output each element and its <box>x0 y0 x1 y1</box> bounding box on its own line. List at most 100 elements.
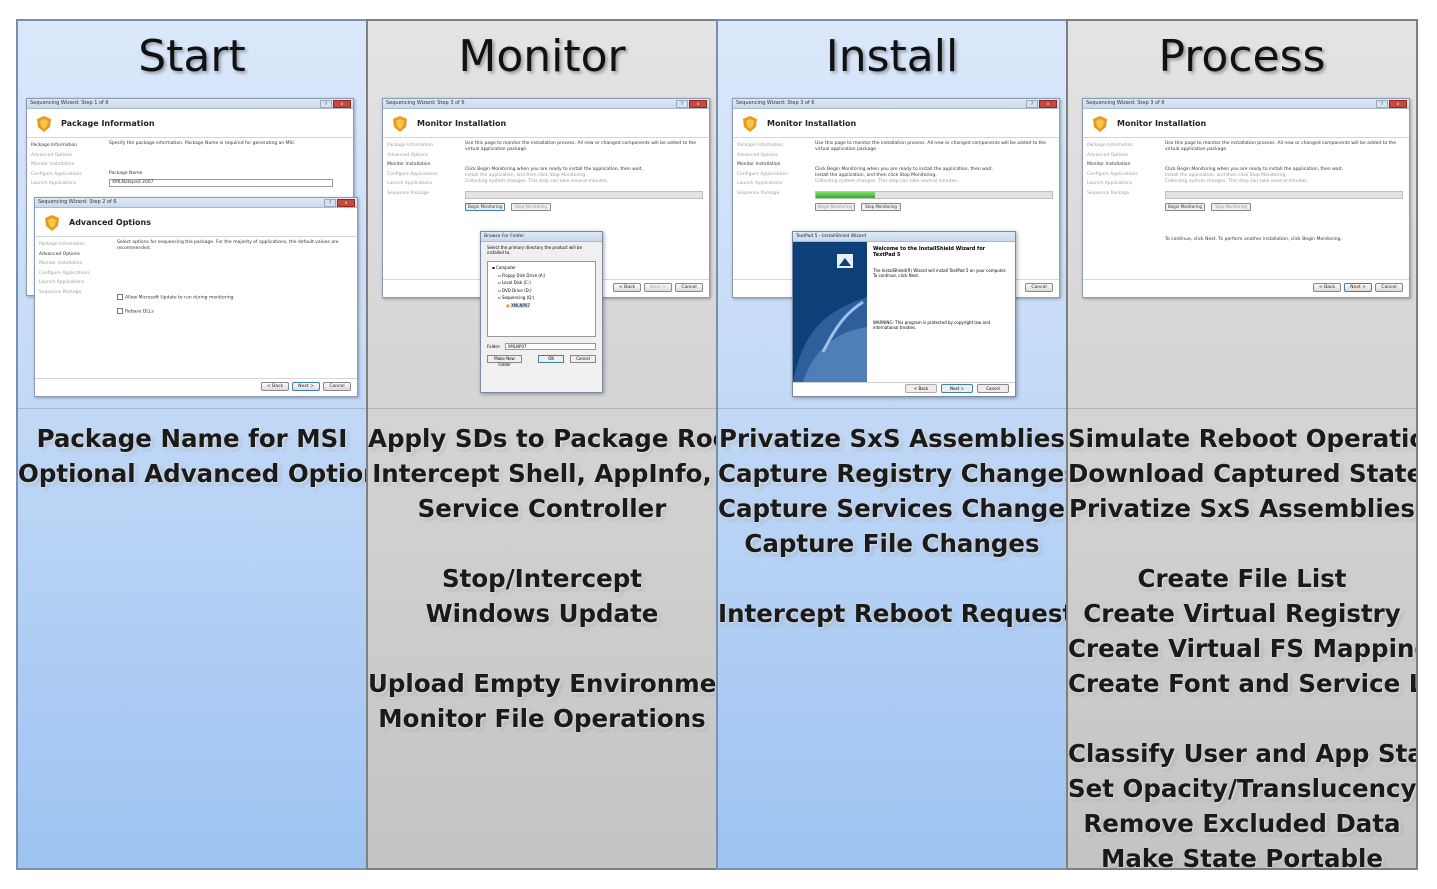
nav-item: Monitor Installation <box>1087 162 1131 167</box>
cancel-button[interactable]: Cancel <box>1025 283 1053 292</box>
folder-tree[interactable]: ▪ Computer ▫ Floppy Disk Drive (A:) ▫ Lo… <box>487 261 596 337</box>
next-button[interactable]: Next > <box>644 283 672 292</box>
nav-item: Package Information <box>39 242 86 247</box>
wizard-nav: Package Information Advanced Options Mon… <box>737 141 807 198</box>
step-line: Remove Excluded Data <box>1083 809 1401 838</box>
make-new-folder-button[interactable]: Make New Folder <box>487 355 523 367</box>
microsoft-update-checkbox[interactable]: Allow Microsoft Update to run during mon… <box>117 294 351 302</box>
close-icon: x <box>689 100 707 108</box>
help-icon: ? <box>320 100 332 108</box>
nav-item: Package Information <box>737 143 784 148</box>
description-text: Use this page to monitor the installatio… <box>1165 141 1397 152</box>
nav-item: Monitor Installation <box>737 162 781 167</box>
step-line: Upload Empty Environment <box>368 669 718 698</box>
back-button[interactable]: < Back <box>905 384 937 393</box>
step-text: Collecting system changes. This step can… <box>1165 179 1309 184</box>
step-line: Privatize SxS Assemblies <box>719 424 1065 453</box>
window-header-title: Monitor Installation <box>767 119 857 128</box>
step-line: Simulate Reboot Operations <box>1068 424 1416 453</box>
next-button[interactable]: Next > <box>292 382 320 391</box>
back-button[interactable]: < Back <box>261 382 289 391</box>
step-line: Optional Advanced Options <box>18 459 368 488</box>
step-line: Monitor File Operations <box>378 704 706 733</box>
step-line: Create File List <box>1137 564 1347 593</box>
nav-item: Monitor Installation <box>387 162 431 167</box>
step-line: Intercept Shell, AppInfo, <box>372 459 712 488</box>
monitor-installation-window: Sequencing Wizard: Step 3 of 6 ? x Monito… <box>1082 98 1410 298</box>
nav-item: Sequence Package <box>737 190 780 196</box>
window-header-title: Package Information <box>61 119 155 128</box>
dialog-description: Select the primary directory the product… <box>487 245 582 255</box>
nav-item: Configure Applications <box>737 171 788 177</box>
close-icon: x <box>1389 100 1407 108</box>
tree-item-selected[interactable]: ■ XMLNP07 <box>492 302 591 310</box>
next-button[interactable]: Next > <box>1344 283 1372 292</box>
step-line: Capture File Changes <box>744 529 1040 558</box>
step-line: Capture Services Changes <box>718 494 1068 523</box>
description-text: Select options for sequencing the packag… <box>117 240 339 251</box>
stop-monitoring-button[interactable]: Stop Monitoring <box>511 203 551 211</box>
cancel-button[interactable]: Cancel <box>675 283 703 292</box>
wizard-screenshots: Sequencing Wizard: Step 3 of 6 ? x Monito… <box>1068 96 1416 408</box>
nav-item: Monitor Installation <box>39 261 83 266</box>
step-text: Collecting system changes. This step can… <box>815 179 959 184</box>
tree-item[interactable]: ▫ Sequencing (Q:) <box>492 294 591 302</box>
step-line: Stop/Intercept <box>441 564 643 593</box>
step-description-list: Apply SDs to Package Root Intercept Shel… <box>368 421 716 736</box>
cancel-button[interactable]: Cancel <box>323 382 351 391</box>
tree-item[interactable]: ▫ DVD Drive (D:) <box>492 287 591 295</box>
begin-monitoring-button[interactable]: Begin Monitoring <box>465 203 505 211</box>
progress-bar <box>465 191 703 199</box>
nav-item: Sequence Package <box>387 190 430 196</box>
column-monitor: Monitor Sequencing Wizard: Step 3 of 6 ?… <box>366 19 718 870</box>
step-line: Intercept Reboot Requests <box>718 599 1068 628</box>
window-titlebar: Sequencing Wizard: Step 3 of 6 ? x <box>1083 99 1409 109</box>
wizard-body: Use this page to monitor the installatio… <box>1165 141 1403 243</box>
progress-bar <box>1165 191 1403 199</box>
window-titlebar: Sequencing Wizard: Step 3 of 6 ? x <box>733 99 1059 109</box>
step-description-list: Simulate Reboot Operations Download Capt… <box>1068 421 1416 870</box>
wizard-nav: Package Information Advanced Options Mon… <box>387 141 457 198</box>
nav-item: Monitor Installation <box>31 162 75 167</box>
window-header: Monitor Installation <box>383 109 709 138</box>
cancel-button[interactable]: Cancel <box>977 384 1009 393</box>
progress-bar <box>815 191 1053 199</box>
back-button[interactable]: < Back <box>1313 283 1341 292</box>
package-name-field[interactable]: XMLNotepad 2007 <box>109 179 333 187</box>
panel-divider <box>718 408 1066 409</box>
step-line: Make State Portable <box>1100 844 1384 870</box>
wizard-screenshots: Sequencing Wizard: Step 1 of 6 ? x Packag… <box>18 96 366 408</box>
window-header: Advanced Options <box>35 208 357 237</box>
window-titlebar: Sequencing Wizard: Step 3 of 6 ? x <box>383 99 709 109</box>
nav-item: Configure Applications <box>39 270 90 276</box>
begin-monitoring-button[interactable]: Begin Monitoring <box>815 203 855 211</box>
step-line: Service Controller <box>417 494 667 523</box>
tree-item[interactable]: ▫ Floppy Disk Drive (A:) <box>492 272 591 280</box>
nav-item: Launch Applications <box>31 181 77 186</box>
welcome-heading: Welcome to the InstallShield Wizard for … <box>873 246 986 258</box>
next-button[interactable]: Next > <box>941 384 973 393</box>
checkbox-icon <box>117 294 123 300</box>
rebase-dlls-checkbox[interactable]: Rebase DLLs <box>117 307 351 316</box>
wizard-nav: Package Information Advanced Options Mon… <box>31 141 101 189</box>
cancel-button[interactable]: Cancel <box>570 355 597 363</box>
ok-button[interactable]: OK <box>538 355 565 363</box>
folder-input[interactable]: XMLNP07 <box>504 343 596 350</box>
back-button[interactable]: < Back <box>613 283 641 292</box>
stop-monitoring-button[interactable]: Stop Monitoring <box>1211 203 1251 211</box>
cancel-button[interactable]: Cancel <box>1375 283 1403 292</box>
nav-item: Sequence Package <box>1087 190 1130 196</box>
step-description-list: Privatize SxS Assemblies Capture Registr… <box>718 421 1066 631</box>
tree-item[interactable]: ▫ Local Disk (C:) <box>492 279 591 287</box>
package-name-label: Package Name <box>109 171 143 176</box>
advanced-options-window: Sequencing Wizard: Step 2 of 6 ? x Advanc… <box>34 197 358 397</box>
window-header-title: Advanced Options <box>69 218 151 227</box>
tree-item[interactable]: ▪ Computer <box>492 264 591 272</box>
wizard-body: Use this page to monitor the installatio… <box>465 141 703 211</box>
wizard-body: Select options for sequencing the packag… <box>117 240 351 315</box>
begin-monitoring-button[interactable]: Begin Monitoring <box>1165 203 1205 211</box>
copyright-warning: WARNING: This program is protected by co… <box>873 320 991 330</box>
stop-monitoring-button[interactable]: Stop Monitoring <box>861 203 901 211</box>
nav-item: Launch Applications <box>387 181 433 186</box>
